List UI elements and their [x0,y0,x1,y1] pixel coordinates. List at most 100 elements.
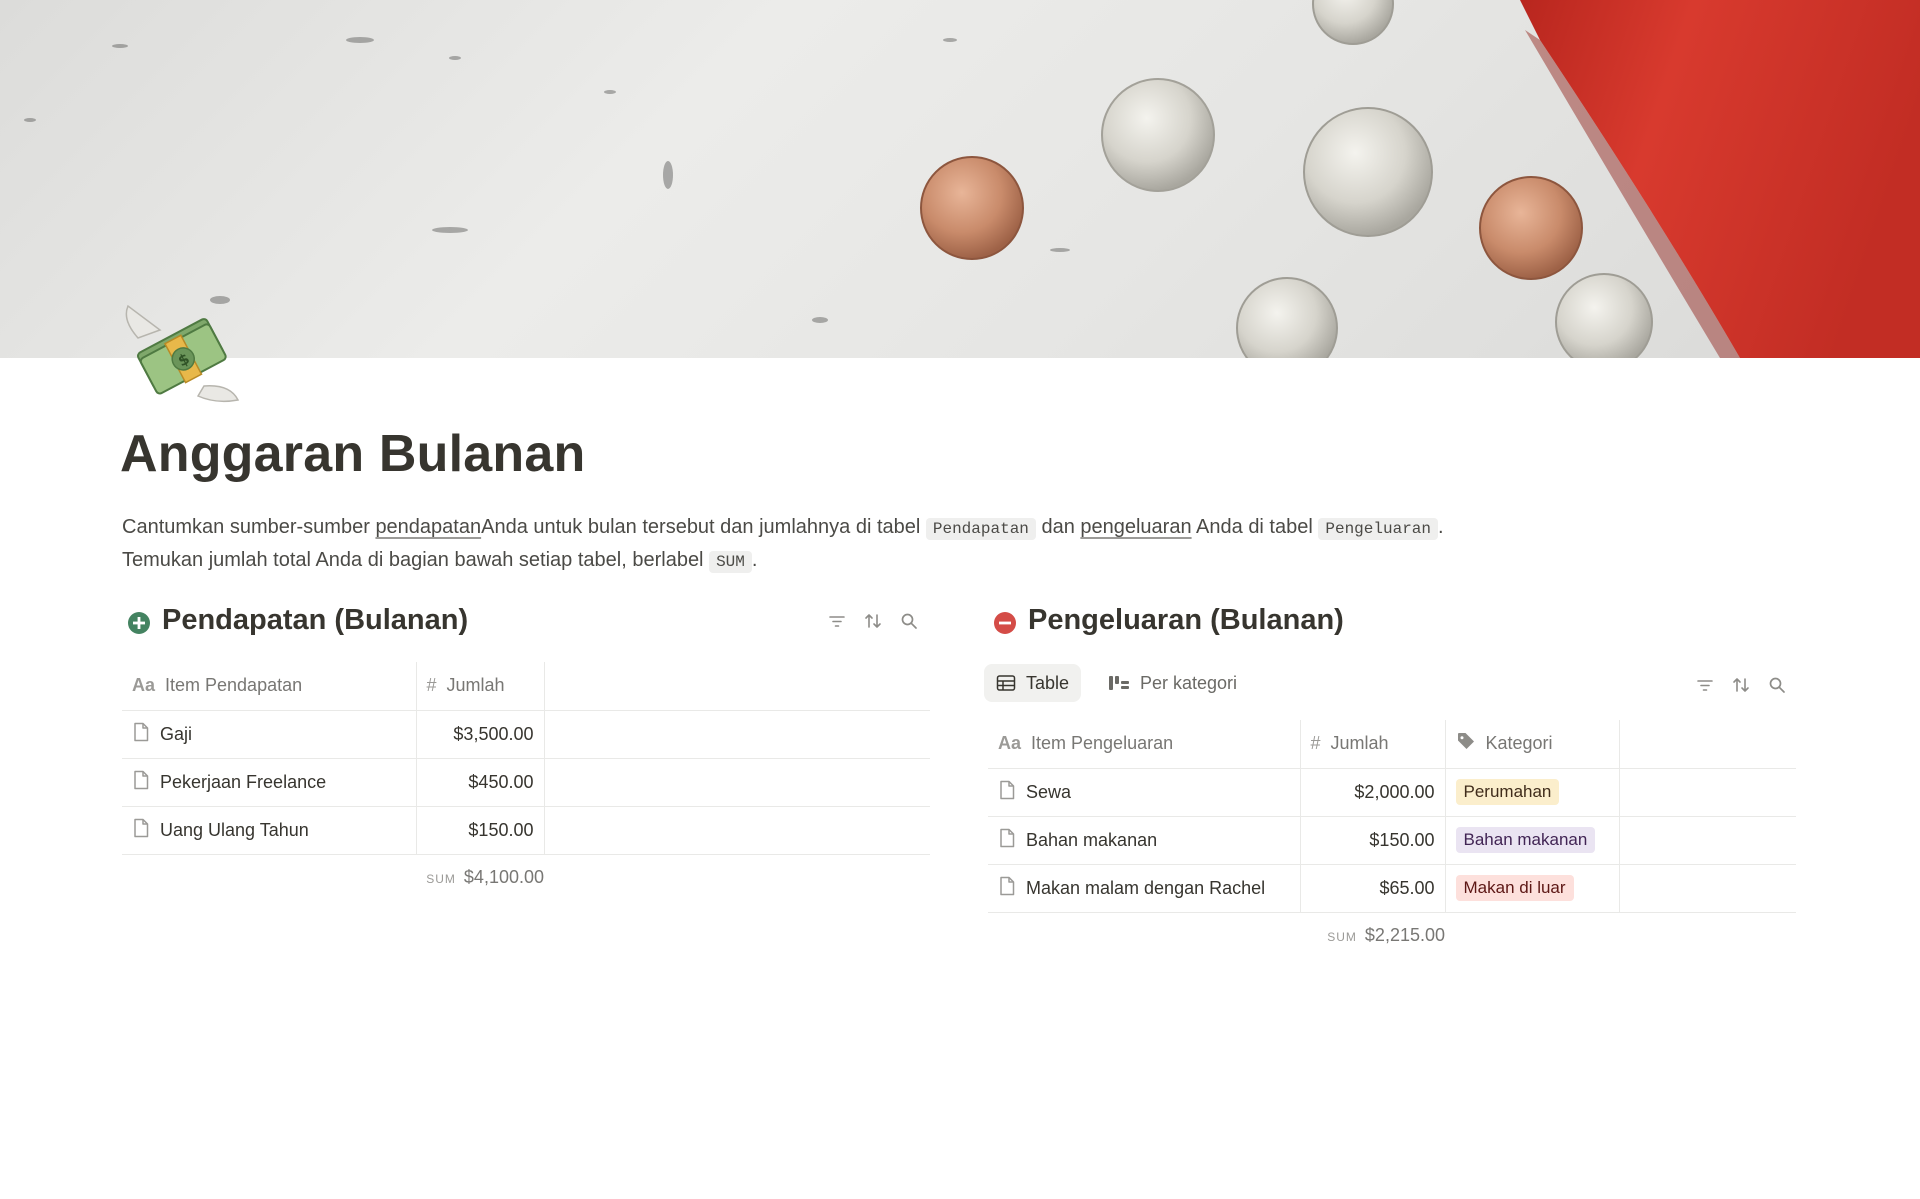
column-label: Item Pengeluaran [1031,733,1174,754]
description-line-2: Temukan jumlah total Anda di bagian bawa… [122,545,1802,578]
cell-category[interactable]: Makan di luar [1445,864,1620,913]
table-row[interactable]: Makan malam dengan Rachel $65.00 Makan d… [988,864,1796,913]
description-line-1: Cantumkan sumber-sumber pendapatanAnda u… [122,512,1802,545]
page-icon [132,770,150,795]
inline-code-pendapatan: Pendapatan [925,518,1036,540]
expenses-database-header: Pengeluaran (Bulanan) [988,600,1796,644]
cell-empty[interactable] [544,758,930,807]
description-text: . [1438,516,1444,538]
sum-value: $2,215.00 [1364,924,1445,945]
link-pendapatan[interactable]: pendapatan [375,516,481,538]
column-header-item-pengeluaran[interactable]: Aa Item Pengeluaran [988,720,1300,769]
sort-icon[interactable] [1732,676,1750,694]
cover-image[interactable] [0,0,1920,358]
view-tab-table[interactable]: Table [984,664,1082,702]
income-sum[interactable]: SUM $4,100.00 [416,867,544,888]
description-text: Temukan jumlah total Anda di bagian bawa… [122,549,710,571]
page-icon [132,818,150,843]
column-label: Kategori [1485,733,1553,754]
income-database: Pendapatan (Bulanan) Aa Item Pendapatan #… [122,600,930,903]
table-row[interactable]: Pekerjaan Freelance $450.00 [122,758,930,807]
page-icon [998,828,1016,853]
cover-coins-illustration [24,0,1920,358]
cell-amount[interactable]: $65.00 [1300,864,1446,913]
column-header-jumlah[interactable]: # Jumlah [415,662,544,711]
column-header-kategori[interactable]: Kategori [1444,720,1619,769]
income-table: Aa Item Pendapatan # Jumlah Gaji $3,500.00… [122,662,930,855]
cell-empty[interactable] [1619,768,1796,817]
category-tag: Bahan makanan [1455,827,1596,853]
table-row[interactable]: Gaji $3,500.00 [122,710,930,759]
description-text: . [751,549,758,571]
table-row[interactable]: Bahan makanan $150.00 Bahan makanan [988,816,1796,865]
expenses-database: Pengeluaran (Bulanan) Table Per kategori… [984,600,1796,961]
table-header-row: Aa Item Pendapatan # Jumlah [122,662,930,711]
expenses-sum[interactable]: SUM $2,215.00 [1300,925,1445,946]
plus-circle-icon [128,612,150,634]
description-text: Anda untuk bulan tersebut dan jumlahnya … [481,516,926,538]
column-header-empty [543,662,930,711]
filter-icon[interactable] [1696,676,1714,694]
sum-label: SUM [426,871,456,886]
cell-amount[interactable]: $150.00 [1300,816,1446,865]
cell-empty[interactable] [544,710,930,759]
expenses-sum-row[interactable]: SUM $2,215.00 [988,913,1796,961]
table-row[interactable]: Uang Ulang Tahun $150.00 [122,806,930,855]
sort-icon[interactable] [864,612,882,630]
minus-circle-icon [994,612,1016,634]
number-property-icon: # [426,675,437,696]
row-name: Makan malam dengan Rachel [1026,877,1266,898]
description-text: Anda di tabel [1191,516,1319,538]
description-text: Cantumkan sumber-sumber [122,516,376,538]
number-property-icon: # [1310,733,1321,754]
cell-item-name[interactable]: Bahan makanan [988,816,1301,865]
table-header-row: Aa Item Pengeluaran # Jumlah Kategori [988,720,1796,769]
row-name: Uang Ulang Tahun [160,819,309,840]
cell-item-name[interactable]: Makan malam dengan Rachel [988,864,1301,913]
row-name: Gaji [160,723,193,744]
cell-item-name[interactable]: Uang Ulang Tahun [122,806,417,855]
expenses-database-title[interactable]: Pengeluaran (Bulanan) [1028,604,1344,637]
row-name: Bahan makanan [1026,829,1158,850]
income-database-title[interactable]: Pendapatan (Bulanan) [162,604,468,637]
page-description[interactable]: Cantumkan sumber-sumber pendapatanAnda u… [122,512,1802,578]
cell-item-name[interactable]: Pekerjaan Freelance [122,758,417,807]
filter-icon[interactable] [828,612,846,630]
row-name: Pekerjaan Freelance [160,771,327,792]
cell-empty[interactable] [544,806,930,855]
column-header-empty [1618,720,1796,769]
cell-empty[interactable] [1619,816,1796,865]
category-tag: Makan di luar [1455,875,1574,901]
column-header-jumlah[interactable]: # Jumlah [1299,720,1445,769]
text-property-icon: Aa [132,675,156,696]
expenses-view-tabs: Table Per kategori [984,662,1796,708]
cell-amount[interactable]: $450.00 [416,758,545,807]
page-icon [998,876,1016,901]
cell-amount[interactable]: $3,500.00 [416,710,545,759]
sum-label: SUM [1327,929,1357,944]
income-sum-row[interactable]: SUM $4,100.00 [122,855,930,903]
view-tab-label: Table [1026,672,1070,693]
cell-amount[interactable]: $2,000.00 [1300,768,1446,817]
column-label: Jumlah [446,675,505,696]
table-row[interactable]: Sewa $2,000.00 Perumahan [988,768,1796,817]
tag-icon [1456,731,1476,756]
category-tag: Perumahan [1455,779,1560,805]
view-tab-per-kategori[interactable]: Per kategori [1096,664,1249,702]
cell-amount[interactable]: $150.00 [416,806,545,855]
cell-item-name[interactable]: Sewa [988,768,1301,817]
column-header-item-pendapatan[interactable]: Aa Item Pendapatan [122,662,416,711]
cell-category[interactable]: Bahan makanan [1445,816,1620,865]
page-icon [998,780,1016,805]
cell-category[interactable]: Perumahan [1445,768,1620,817]
search-icon[interactable] [1768,676,1786,694]
link-pengeluaran[interactable]: pengeluaran [1080,516,1191,538]
search-icon[interactable] [900,612,918,630]
cell-item-name[interactable]: Gaji [122,710,417,759]
expenses-table: Aa Item Pengeluaran # Jumlah Kategori Sewa… [988,720,1796,913]
money-with-wings-icon[interactable]: $ [120,300,242,410]
text-property-icon: Aa [998,733,1022,754]
view-tab-label: Per kategori [1140,672,1238,693]
cell-empty[interactable] [1619,864,1796,913]
page-title[interactable]: Anggaran Bulanan [120,424,585,484]
